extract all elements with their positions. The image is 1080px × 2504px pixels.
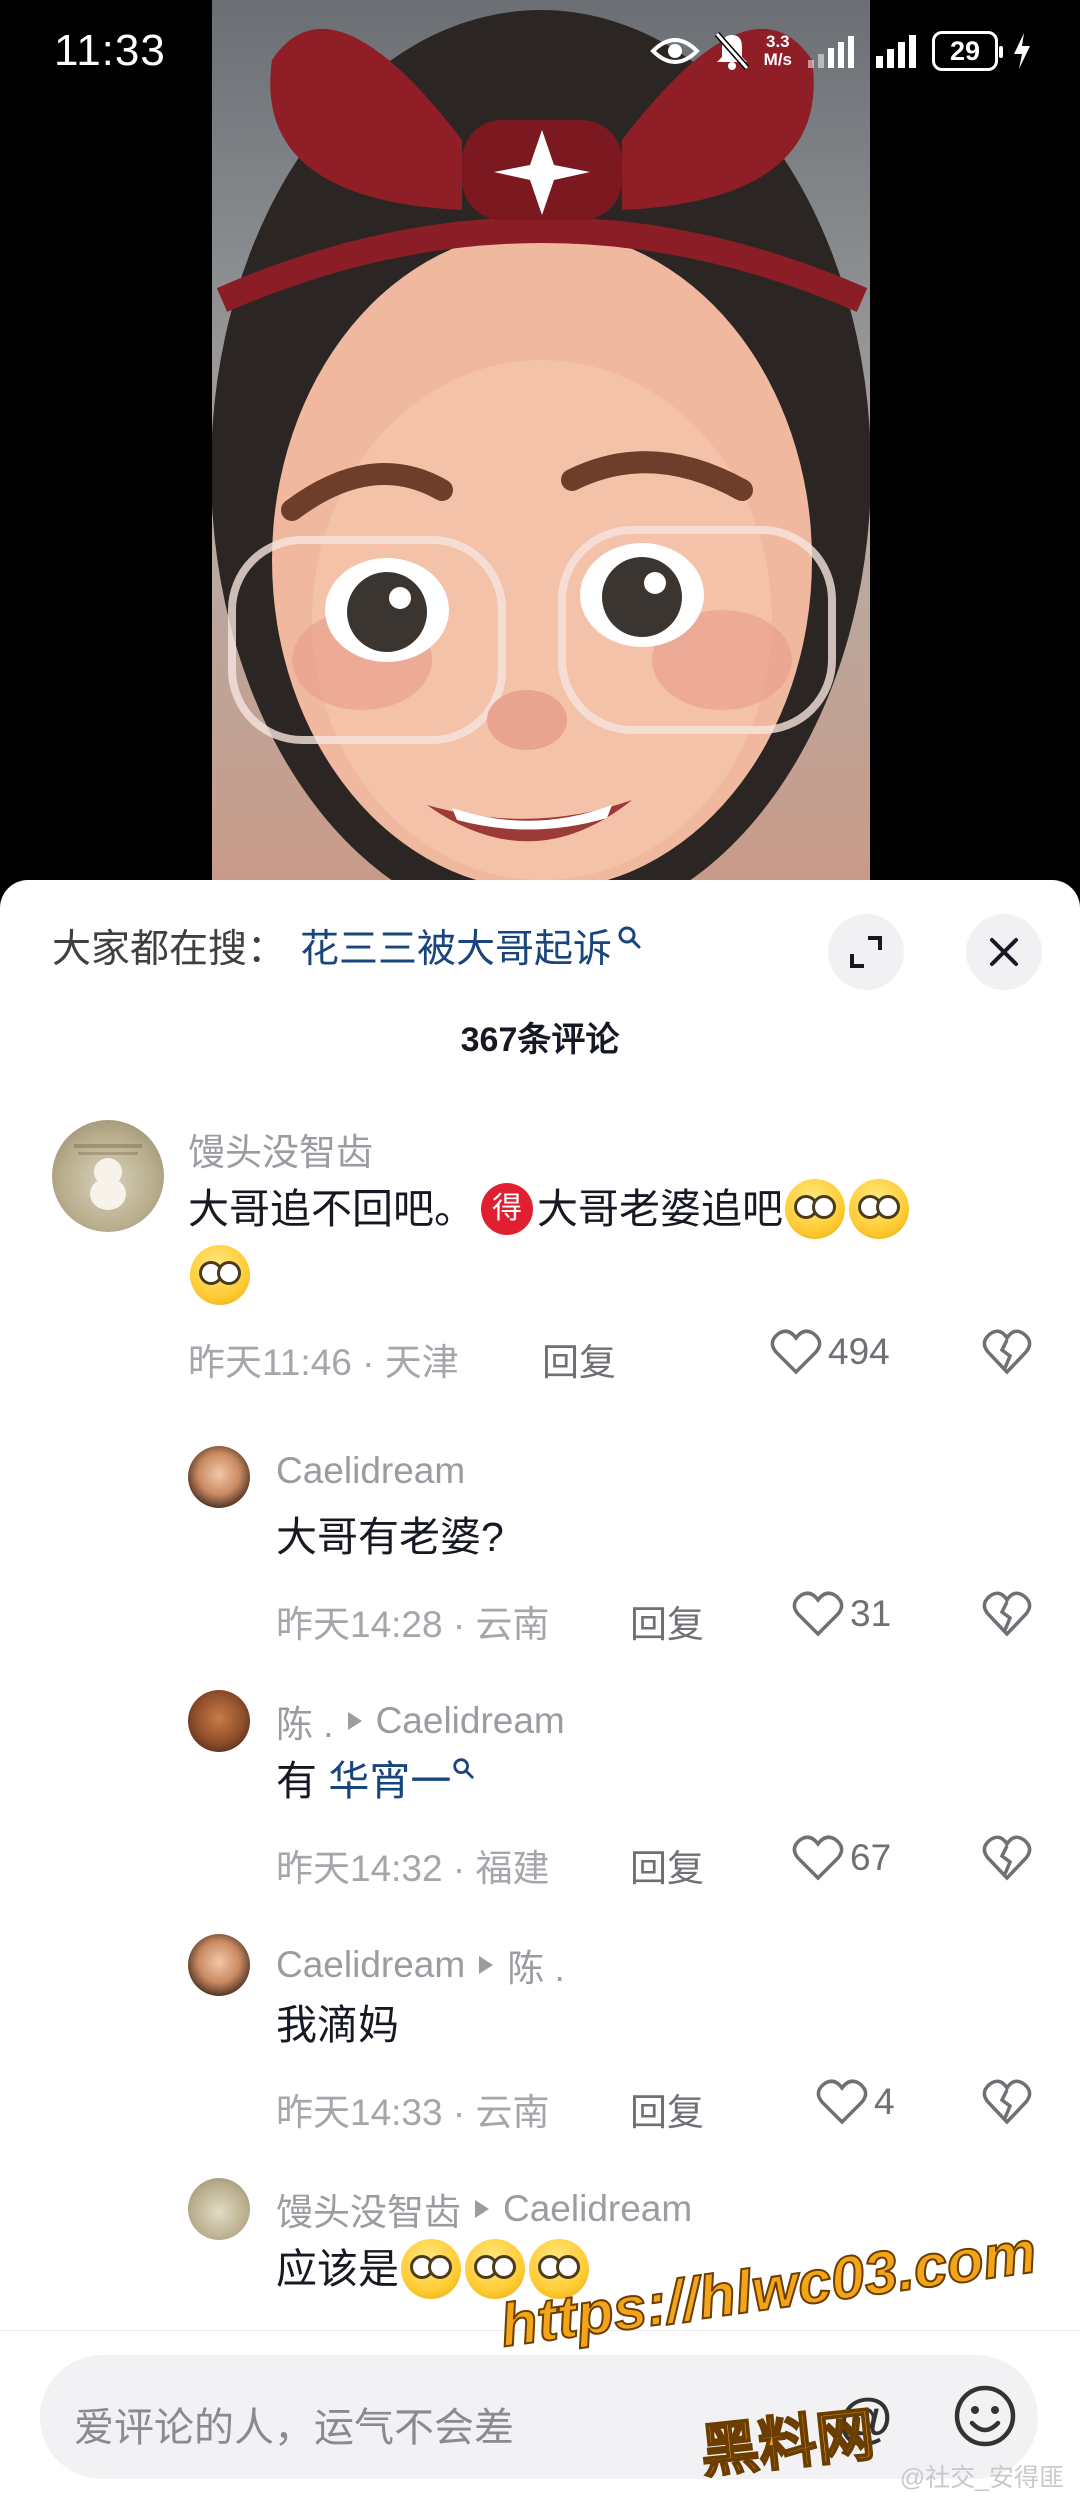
heart-icon — [816, 2079, 868, 2125]
comment-text-part: 大哥追不回吧。 — [188, 1186, 475, 1232]
reply-to-username[interactable]: Caelidream — [376, 1700, 565, 1742]
comment-input-placeholder: 爱评论的人，运气不会差 — [74, 2406, 514, 2450]
search-suggestion[interactable]: 大家都在搜： 花三三被大哥起诉 — [52, 918, 642, 974]
comment-text-part: 大哥老婆追吧 — [537, 1186, 783, 1232]
like-button[interactable]: 4 — [816, 2078, 895, 2126]
comment-username[interactable]: 馒头没智齿 Caelidream — [276, 2182, 692, 2236]
emoji-eyes-icon — [785, 1179, 845, 1240]
comment-username[interactable]: 陈 . Caelidream — [276, 1694, 565, 1748]
comment-time-location: 昨天11:46 · 天津 — [188, 1342, 459, 1383]
broken-heart-icon[interactable] — [982, 1328, 1032, 1376]
comment-input[interactable]: 爱评论的人，运气不会差 @ — [40, 2355, 1038, 2479]
status-time: 11:33 — [54, 26, 166, 75]
heart-icon — [792, 1591, 844, 1637]
like-count: 4 — [874, 2081, 895, 2122]
username-text[interactable]: 馒头没智齿 — [188, 1122, 373, 1176]
search-keyword-link[interactable]: 华宵一 — [328, 1758, 451, 1804]
heart-icon — [770, 1329, 822, 1375]
like-button[interactable]: 494 — [770, 1328, 890, 1376]
reply-button[interactable]: 回复 — [630, 2082, 704, 2136]
reply-button[interactable]: 回复 — [630, 1594, 704, 1648]
username-text[interactable]: 陈 . — [276, 1694, 334, 1748]
search-icon — [453, 1758, 475, 1779]
like-button[interactable]: 67 — [792, 1834, 891, 1882]
expand-icon — [850, 936, 882, 968]
reply-comment-item: 陈 . Caelidream 有 华宵一 昨天14:32 · 福建 回复 67 — [0, 1690, 1080, 1910]
search-icon — [618, 926, 641, 949]
reply-to-arrow-icon — [347, 1712, 362, 1730]
comment-time-location: 昨天14:28 · 云南 — [276, 1604, 550, 1645]
avatar[interactable] — [188, 1446, 250, 1508]
close-button[interactable] — [966, 914, 1042, 990]
comment-time-location: 昨天14:33 · 云南 — [276, 2092, 550, 2133]
like-button[interactable]: 31 — [792, 1590, 891, 1638]
network-speed-unit: M/s — [763, 50, 792, 69]
comment-username[interactable]: 馒头没智齿 — [188, 1122, 373, 1176]
status-bar: 11:33 3.3 M/s 29 — [0, 0, 1080, 100]
search-suggestion-prefix: 大家都在搜： — [52, 928, 287, 971]
comment-time-location: 昨天14:32 · 福建 — [276, 1848, 550, 1889]
close-icon — [990, 938, 1018, 966]
comment-text: 大哥有老婆? — [276, 1514, 504, 1560]
eye-icon — [649, 38, 700, 64]
like-count: 31 — [850, 1593, 892, 1634]
comment-count: 367条评论 — [460, 1021, 620, 1059]
comment-item: 馒头没智齿 大哥追不回吧。得大哥老婆追吧 昨天11:46 · 天津 回复 494 — [0, 1120, 1080, 1420]
like-count: 494 — [828, 1331, 890, 1372]
emoji-icon[interactable] — [952, 2383, 1018, 2449]
reply-to-username[interactable]: Caelidream — [503, 2188, 692, 2230]
reply-comment-item: Caelidream 大哥有老婆? 昨天14:28 · 云南 回复 31 — [0, 1446, 1080, 1666]
comment-username[interactable]: Caelidream 陈 . — [276, 1938, 565, 1992]
avatar[interactable] — [188, 1934, 250, 1996]
broken-heart-icon[interactable] — [982, 1590, 1032, 1638]
bun-avatar-illustration — [74, 1144, 142, 1210]
signal-icon-secondary — [876, 35, 916, 68]
emoji-eyes-icon — [849, 1179, 909, 1240]
username-text[interactable]: Caelidream — [276, 1450, 465, 1492]
heart-icon — [792, 1835, 844, 1881]
comment-text-part: 有 — [276, 1758, 317, 1804]
broken-heart-icon[interactable] — [982, 1834, 1032, 1882]
search-suggestion-link[interactable]: 花三三被大哥起诉 — [300, 918, 612, 974]
video-player[interactable] — [0, 0, 1080, 890]
network-speed-value: 3.3 — [766, 32, 790, 51]
username-text[interactable]: 馒头没智齿 — [276, 2182, 461, 2236]
video-character-illustration — [212, 10, 870, 890]
mute-icon — [714, 32, 749, 70]
reply-to-arrow-icon — [475, 2200, 489, 2218]
reply-comment-item: Caelidream 陈 . 我滴妈 昨天14:33 · 云南 回复 4 — [0, 1934, 1080, 2154]
avatar[interactable] — [188, 2178, 250, 2240]
comment-text: 有 华宵一 — [276, 1748, 475, 1814]
signal-icon — [808, 36, 854, 68]
reply-button[interactable]: 回复 — [630, 1838, 704, 1892]
video-frame[interactable] — [212, 0, 870, 890]
comment-text: 我滴妈 — [276, 2002, 399, 2048]
battery-indicator: 29 — [932, 31, 1003, 71]
like-count: 67 — [850, 1837, 892, 1878]
username-text[interactable]: Caelidream — [276, 1944, 465, 1986]
emoji-eyes-icon — [401, 2239, 461, 2300]
comment-username[interactable]: Caelidream — [276, 1450, 465, 1492]
reply-to-username[interactable]: 陈 . — [507, 1938, 565, 1992]
battery-level: 29 — [949, 35, 981, 66]
badge-icon: 得 — [481, 1183, 533, 1236]
network-speed: 3.3 M/s — [764, 33, 792, 69]
avatar[interactable] — [188, 1690, 250, 1752]
reply-button[interactable]: 回复 — [542, 1332, 616, 1386]
reply-to-arrow-icon — [479, 1956, 494, 1974]
status-icons: 3.3 M/s 29 — [649, 26, 1032, 76]
expand-button[interactable] — [828, 914, 904, 990]
comment-text-part: 应该是 — [276, 2246, 399, 2292]
broken-heart-icon[interactable] — [982, 2078, 1032, 2126]
avatar[interactable] — [52, 1120, 164, 1232]
comment-text: 大哥追不回吧。得大哥老婆追吧 — [188, 1176, 1008, 1308]
watermark-credit: @社交_安得匪 — [899, 2464, 1064, 2492]
charging-icon — [1014, 33, 1030, 69]
emoji-eyes-icon — [190, 1245, 250, 1306]
